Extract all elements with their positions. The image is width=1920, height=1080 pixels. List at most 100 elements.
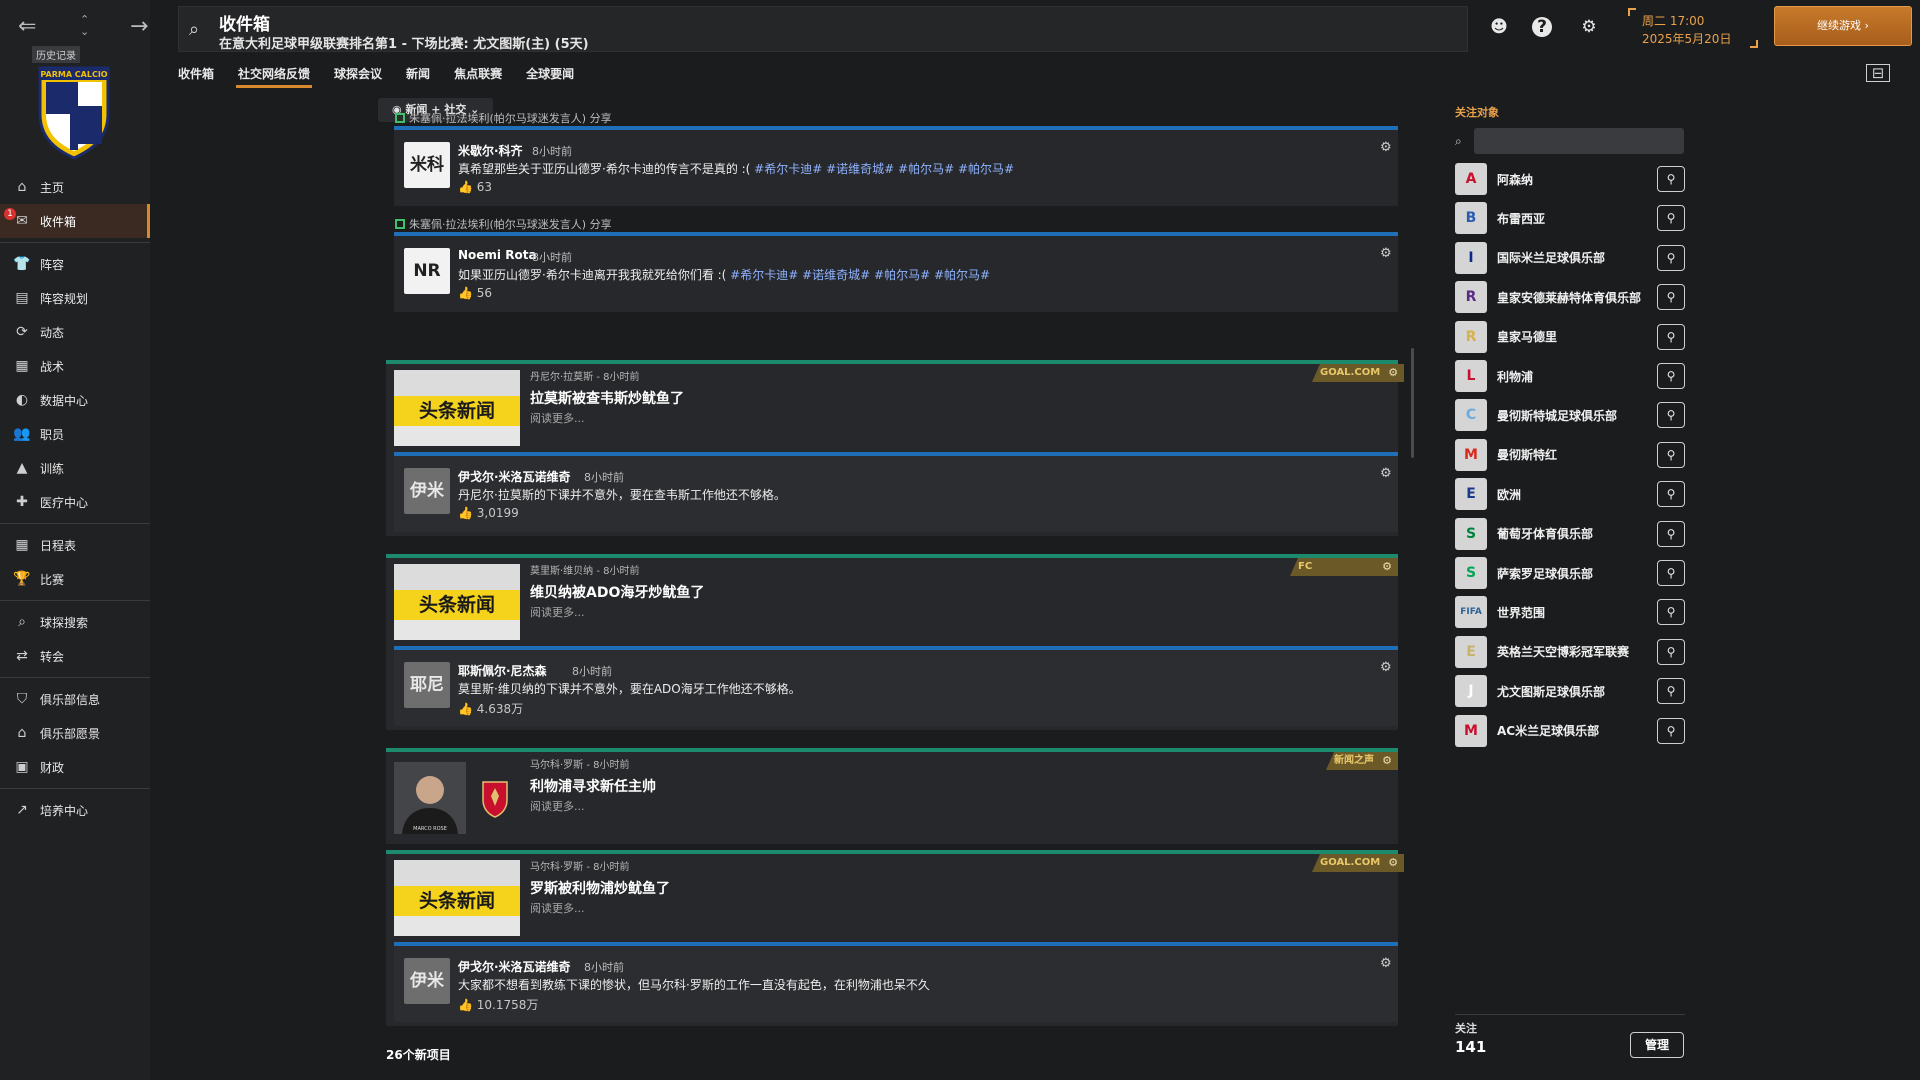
news-card[interactable]: MARCO ROSE 马尔科·罗斯 - 8小时前 利物浦寻求新任主帅 阅读更多.… xyxy=(386,748,1398,844)
read-more-link[interactable]: 阅读更多... xyxy=(530,604,585,620)
tab[interactable]: 焦点联赛 xyxy=(444,62,512,88)
team-logo-icon[interactable]: R xyxy=(1455,281,1487,314)
continue-game-button[interactable]: 继续游戏 › xyxy=(1774,6,1912,46)
post-author[interactable]: 米歇尔·科齐 xyxy=(458,142,523,159)
gear-icon[interactable]: ⚙ xyxy=(1380,246,1392,261)
news-image[interactable]: 头条新闻 xyxy=(394,370,520,446)
social-post-card[interactable]: 米科 米歇尔·科齐 8小时前 真希望那些关于亚历山德罗·希尔卡迪的传言不是真的 … xyxy=(394,126,1398,206)
team-logo-icon[interactable]: J xyxy=(1455,675,1487,708)
user-help-icon[interactable]: ☻ xyxy=(1486,14,1512,40)
history-label[interactable]: 历史记录 xyxy=(32,46,80,63)
search-bar[interactable]: ⌕ 收件箱 在意大利足球甲级联赛排名第1 - 下场比赛: 尤文图斯(主) (5天… xyxy=(178,6,1468,52)
add-follow-icon[interactable]: ⚲ xyxy=(1657,599,1685,626)
read-more-link[interactable]: 阅读更多... xyxy=(530,410,585,426)
add-follow-icon[interactable]: ⚲ xyxy=(1657,363,1685,389)
followed-team-row[interactable]: A 阿森纳 ⚲ xyxy=(1455,162,1685,196)
follow-search-input[interactable] xyxy=(1474,128,1684,154)
team-logo-icon[interactable]: C xyxy=(1455,399,1487,432)
team-name[interactable]: 布雷西亚 xyxy=(1497,210,1657,227)
gear-icon[interactable]: ⚙ xyxy=(1388,854,1398,872)
news-image[interactable]: 头条新闻 xyxy=(394,860,520,936)
add-follow-icon[interactable]: ⚲ xyxy=(1657,166,1685,192)
team-logo-icon[interactable]: S xyxy=(1455,517,1487,550)
news-title[interactable]: 利物浦寻求新任主帅 xyxy=(530,776,656,796)
add-follow-icon[interactable]: ⚲ xyxy=(1657,560,1685,586)
add-follow-icon[interactable]: ⚲ xyxy=(1657,717,1685,744)
sidebar-item[interactable]: ▣ 财政 xyxy=(0,750,150,784)
avatar[interactable]: NR xyxy=(404,248,450,294)
followed-team-row[interactable]: S 葡萄牙体育俱乐部 ⚲ xyxy=(1455,517,1685,551)
add-follow-icon[interactable]: ⚲ xyxy=(1657,520,1685,547)
split-view-icon[interactable]: ⊟ xyxy=(1866,64,1890,82)
news-source-tag[interactable]: GOAL.COM ⚙ xyxy=(1312,364,1405,382)
team-logo-icon[interactable]: A xyxy=(1455,163,1487,195)
add-follow-icon[interactable]: ⚲ xyxy=(1657,481,1685,508)
team-logo-icon[interactable]: B xyxy=(1455,202,1487,235)
team-logo-icon[interactable]: R xyxy=(1455,320,1487,353)
news-image[interactable]: 头条新闻 xyxy=(394,564,520,640)
comment-card[interactable]: 伊米 伊戈尔·米洛瓦诺维奇 8小时前 大家都不想看到教练下课的惨状，但马尔科·罗… xyxy=(394,942,1398,1022)
team-name[interactable]: 皇家安德莱赫特体育俱乐部 xyxy=(1497,289,1657,306)
news-title[interactable]: 维贝纳被ADO海牙炒鱿鱼了 xyxy=(530,582,704,602)
tab[interactable]: 新闻 xyxy=(396,62,440,88)
club-crest-logo[interactable]: PARMA CALCIO xyxy=(34,62,114,160)
news-source-tag[interactable]: GOAL.COM ⚙ xyxy=(1312,854,1405,872)
team-logo-icon[interactable]: L xyxy=(1455,360,1487,392)
sidebar-item[interactable]: ✚ 医疗中心 xyxy=(0,485,150,519)
post-author[interactable]: 伊戈尔·米洛瓦诺维奇 xyxy=(458,958,571,975)
add-follow-icon[interactable]: ⚲ xyxy=(1657,441,1685,468)
tab[interactable]: 社交网络反馈 xyxy=(228,62,320,88)
news-card[interactable]: 头条新闻 丹尼尔·拉莫斯 - 8小时前 拉莫斯被查韦斯炒鱿鱼了 阅读更多... … xyxy=(386,360,1405,536)
sidebar-item[interactable]: ▲ 训练 xyxy=(0,451,150,485)
news-card[interactable]: 头条新闻 马尔科·罗斯 - 8小时前 罗斯被利物浦炒鱿鱼了 阅读更多... GO… xyxy=(386,850,1405,1026)
team-name[interactable]: 阿森纳 xyxy=(1497,171,1657,188)
team-logo-icon[interactable]: M xyxy=(1455,438,1487,471)
sidebar-item[interactable]: ⌂ 主页 xyxy=(0,170,150,204)
search-icon[interactable]: ⌕ xyxy=(189,19,199,40)
followed-team-row[interactable]: L 利物浦 ⚲ xyxy=(1455,359,1685,393)
team-logo-icon[interactable]: E xyxy=(1455,635,1487,668)
gear-icon[interactable]: ⚙ xyxy=(1380,466,1392,481)
followed-team-row[interactable]: C 曼彻斯特城足球俱乐部 ⚲ xyxy=(1455,398,1685,432)
team-name[interactable]: 皇家马德里 xyxy=(1497,328,1657,345)
avatar[interactable]: 伊米 xyxy=(404,958,450,1004)
followed-team-row[interactable]: E 英格兰天空博彩冠军联赛 ⚲ xyxy=(1455,635,1685,669)
news-source-tag[interactable]: FC UPDATE.NL ⚙ xyxy=(1290,558,1398,576)
followed-team-row[interactable]: E 欧洲 ⚲ xyxy=(1455,477,1685,511)
team-name[interactable]: 萨索罗足球俱乐部 xyxy=(1497,565,1657,582)
sidebar-item[interactable]: 👥 职员 xyxy=(0,417,150,451)
sidebar-item[interactable]: ◐ 数据中心 xyxy=(0,383,150,417)
team-name[interactable]: 世界范围 xyxy=(1497,604,1657,621)
sidebar-item[interactable]: ⌂ 俱乐部愿景 xyxy=(0,716,150,750)
news-source-tag[interactable]: 新闻之声 ⚙ xyxy=(1326,752,1398,770)
social-post-card[interactable]: NR Noemi Rota 8小时前 如果亚历山德罗·希尔卡迪离开我我就死给你们… xyxy=(394,232,1398,312)
news-title[interactable]: 拉莫斯被查韦斯炒鱿鱼了 xyxy=(530,388,684,408)
help-icon[interactable]: ? xyxy=(1532,17,1552,37)
followed-team-row[interactable]: R 皇家马德里 ⚲ xyxy=(1455,320,1685,354)
add-follow-icon[interactable]: ⚲ xyxy=(1657,284,1685,311)
team-name[interactable]: 葡萄牙体育俱乐部 xyxy=(1497,525,1657,542)
comment-card[interactable]: 耶尼 耶斯佩尔·尼杰森 8小时前 莫里斯·维贝纳的下课并不意外，要在ADO海牙工… xyxy=(394,646,1398,726)
add-follow-icon[interactable]: ⚲ xyxy=(1657,244,1685,271)
tab[interactable]: 球探会议 xyxy=(324,62,392,88)
comment-card[interactable]: 伊米 伊戈尔·米洛瓦诺维奇 8小时前 丹尼尔·拉莫斯的下课并不意外，要在查韦斯工… xyxy=(394,452,1398,532)
history-chevron-icon[interactable]: ⌃ ⌄ xyxy=(80,14,89,38)
add-follow-icon[interactable]: ⚲ xyxy=(1657,678,1685,705)
sidebar-item[interactable]: ⛉ 俱乐部信息 xyxy=(0,682,150,716)
gear-icon[interactable]: ⚙ xyxy=(1382,752,1392,770)
manager-photo[interactable]: MARCO ROSE xyxy=(394,762,466,834)
team-name[interactable]: 欧洲 xyxy=(1497,486,1657,503)
forward-arrow-icon[interactable]: → xyxy=(130,14,148,39)
news-card[interactable]: 头条新闻 莫里斯·维贝纳 - 8小时前 维贝纳被ADO海牙炒鱿鱼了 阅读更多..… xyxy=(386,554,1398,730)
followed-team-row[interactable]: M 曼彻斯特红 ⚲ xyxy=(1455,438,1685,472)
followed-team-row[interactable]: J 尤文图斯足球俱乐部 ⚲ xyxy=(1455,674,1685,708)
gear-icon[interactable]: ⚙ xyxy=(1380,140,1392,155)
team-name[interactable]: 尤文图斯足球俱乐部 xyxy=(1497,683,1657,700)
manage-button[interactable]: 管理 xyxy=(1630,1032,1684,1058)
sidebar-item[interactable]: ▦ 日程表 xyxy=(0,528,150,562)
add-follow-icon[interactable]: ⚲ xyxy=(1657,638,1685,665)
team-name[interactable]: 曼彻斯特城足球俱乐部 xyxy=(1497,407,1657,424)
new-items-count[interactable]: 26个新项目 xyxy=(386,1046,451,1063)
team-logo-icon[interactable]: S xyxy=(1455,557,1487,589)
tab[interactable]: 全球要闻 xyxy=(516,62,584,88)
